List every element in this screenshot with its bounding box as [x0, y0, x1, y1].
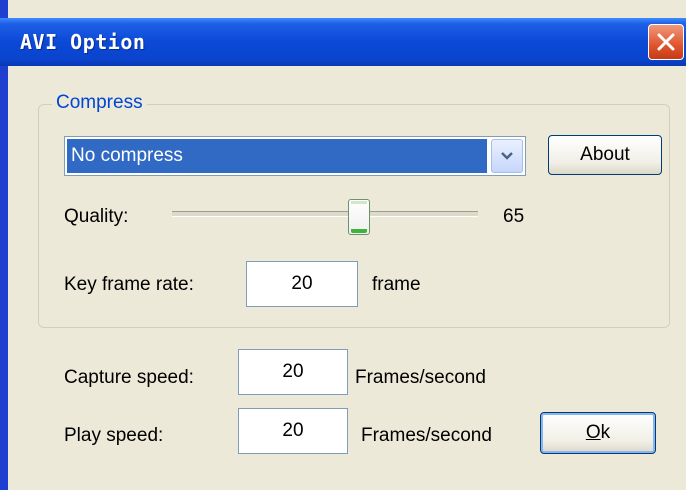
- quality-slider-thumb[interactable]: [347, 199, 370, 235]
- capture-speed-input[interactable]: [238, 349, 348, 395]
- dropdown-arrow-button[interactable]: [491, 139, 523, 173]
- play-speed-input[interactable]: [238, 408, 348, 454]
- capture-speed-label: Capture speed:: [64, 367, 194, 388]
- close-button[interactable]: [648, 24, 684, 60]
- window-title: AVI Option: [20, 30, 146, 54]
- ok-button[interactable]: Ok: [540, 412, 656, 454]
- chevron-down-icon: [501, 152, 513, 160]
- compress-legend: Compress: [52, 92, 147, 114]
- close-icon: [657, 33, 675, 51]
- ok-accelerator: O: [585, 422, 601, 443]
- key-frame-rate-input[interactable]: [246, 261, 358, 307]
- play-speed-label: Play speed:: [64, 425, 164, 446]
- key-frame-rate-label: Key frame rate:: [64, 274, 194, 295]
- quality-value: 65: [503, 206, 525, 227]
- capture-speed-unit: Frames/second: [355, 367, 486, 388]
- ok-label-rest: k: [600, 422, 611, 443]
- codec-selected-value: No compress: [67, 139, 487, 173]
- key-frame-unit: frame: [372, 274, 421, 295]
- quality-label: Quality:: [64, 206, 129, 227]
- play-speed-unit: Frames/second: [361, 425, 492, 446]
- title-bar[interactable]: AVI Option: [0, 18, 686, 66]
- dialog-window: AVI Option Compress No compress About Qu…: [0, 0, 686, 490]
- desktop-edge: [0, 0, 8, 490]
- codec-dropdown[interactable]: No compress: [64, 136, 526, 176]
- about-button[interactable]: About: [548, 135, 662, 175]
- quality-slider-track[interactable]: [172, 211, 478, 217]
